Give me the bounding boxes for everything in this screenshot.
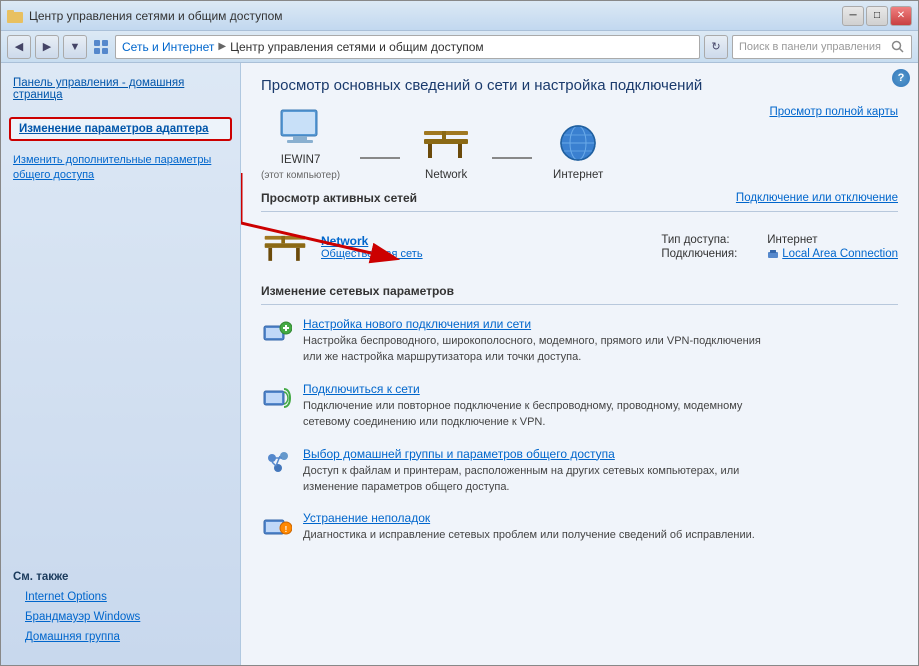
- forward-button[interactable]: ▶: [35, 35, 59, 59]
- setting-1-link[interactable]: Настройка нового подключения или сети: [303, 317, 898, 331]
- breadcrumb-network-internet[interactable]: Сеть и Интернет: [122, 40, 214, 54]
- see-also-title: См. также: [13, 571, 228, 583]
- access-values-row: Интернет Local Area Connection: [767, 234, 898, 260]
- network-name[interactable]: Network: [321, 234, 649, 248]
- connection-icon: [767, 248, 779, 260]
- setting-4-text: Устранение неполадок Диагностика и испра…: [303, 511, 898, 543]
- network-map-computer: IEWIN7 (этот компьютер): [261, 106, 340, 181]
- setting-4-link[interactable]: Устранение неполадок: [303, 511, 898, 525]
- setting-4-desc: Диагностика и исправление сетевых пробле…: [303, 529, 755, 541]
- computer-label: IEWIN7: [281, 154, 321, 166]
- setting-1-text: Настройка нового подключения или сети На…: [303, 317, 898, 366]
- bench-icon: [420, 121, 472, 165]
- access-type-label: Тип доступа:: [661, 234, 737, 246]
- breadcrumb-current: Центр управления сетями и общим доступом: [230, 40, 484, 54]
- network-info: Network Общественная сеть: [321, 234, 649, 260]
- globe-icon: [552, 121, 604, 165]
- title-bar-controls: ─ □ ✕: [842, 6, 912, 26]
- access-type-value: Интернет: [767, 234, 898, 246]
- active-network-item: Network Общественная сеть Тип доступа: П…: [261, 222, 898, 272]
- search-icon[interactable]: [891, 40, 905, 54]
- setting-3-text: Выбор домашней группы и параметров общег…: [303, 447, 898, 496]
- breadcrumb: Сеть и Интернет ▶ Центр управления сетям…: [115, 35, 700, 59]
- setting-1-desc: Настройка беспроводного, широкополосного…: [303, 335, 761, 363]
- setting-troubleshoot: ! Устранение неполадок Диагностика и исп…: [261, 509, 898, 545]
- sidebar-homegroup[interactable]: Домашняя группа: [13, 627, 228, 647]
- main-layout: Панель управления - домашняя страница Из…: [1, 63, 918, 665]
- network-map-internet: Интернет: [552, 121, 604, 181]
- connections-value[interactable]: Local Area Connection: [767, 248, 898, 260]
- computer-icon: [275, 106, 327, 150]
- sidebar-see-also: См. также Internet Options Брандмауэр Wi…: [1, 563, 240, 655]
- search-placeholder: Поиск в панели управления: [739, 41, 887, 53]
- network-label: Network: [425, 169, 467, 181]
- active-networks-title: Просмотр активных сетей: [261, 191, 417, 205]
- network-map: IEWIN7 (этот компьютер): [261, 106, 769, 181]
- network-type[interactable]: Общественная сеть: [321, 248, 649, 260]
- computer-sublabel: (этот компьютер): [261, 170, 340, 181]
- sidebar-change-sharing[interactable]: Изменить дополнительные параметры общего…: [1, 149, 240, 188]
- access-type-row: Тип доступа: Подключения:: [661, 234, 737, 260]
- setting-2-text: Подключиться к сети Подключение или повт…: [303, 382, 898, 431]
- troubleshoot-icon: !: [261, 511, 293, 543]
- sidebar: Панель управления - домашняя страница Из…: [1, 63, 241, 665]
- homegroup-icon: [261, 447, 293, 479]
- help-button[interactable]: ?: [892, 69, 910, 87]
- sidebar-windows-firewall[interactable]: Брандмауэр Windows: [13, 607, 228, 627]
- connect-icon: [261, 382, 293, 414]
- recent-pages-button[interactable]: ▼: [63, 35, 87, 59]
- setting-new-connection: Настройка нового подключения или сети На…: [261, 315, 898, 368]
- minimize-button[interactable]: ─: [842, 6, 864, 26]
- title-bar-left: Центр управления сетями и общим доступом: [7, 8, 283, 24]
- sidebar-home[interactable]: Панель управления - домашняя страница: [1, 73, 240, 105]
- network-meta: Тип доступа: Подключения: Интернет Local…: [661, 234, 898, 260]
- full-map-link[interactable]: Просмотр полной карты: [769, 106, 898, 118]
- svg-text:!: !: [285, 525, 288, 534]
- sidebar-change-adapter[interactable]: Изменение параметров адаптера: [9, 117, 232, 141]
- folder-icon: [7, 8, 23, 24]
- active-networks-divider: [261, 211, 898, 212]
- search-bar: Поиск в панели управления: [732, 35, 912, 59]
- maximize-button[interactable]: □: [866, 6, 888, 26]
- refresh-button[interactable]: ↻: [704, 35, 728, 59]
- content-area: Просмотр основных сведений о сети и наст…: [241, 63, 918, 665]
- setting-2-link[interactable]: Подключиться к сети: [303, 382, 898, 396]
- setting-3-desc: Доступ к файлам и принтерам, расположенн…: [303, 465, 739, 493]
- title-bar: Центр управления сетями и общим доступом…: [1, 1, 918, 31]
- connect-disconnect-link[interactable]: Подключение или отключение: [736, 192, 898, 204]
- change-settings-title: Изменение сетевых параметров: [261, 284, 454, 298]
- internet-label: Интернет: [553, 169, 603, 181]
- setting-homegroup: Выбор домашней группы и параметров общег…: [261, 445, 898, 498]
- setting-2-desc: Подключение или повторное подключение к …: [303, 400, 742, 428]
- change-settings-divider: [261, 304, 898, 305]
- title-bar-text: Центр управления сетями и общим доступом: [29, 9, 283, 23]
- connector-1: [360, 157, 400, 159]
- breadcrumb-separator: ▶: [218, 41, 226, 52]
- new-connection-icon: [261, 317, 293, 349]
- control-panel-icon: [91, 37, 111, 57]
- settings-list: Настройка нового подключения или сети На…: [261, 315, 898, 546]
- sidebar-internet-options[interactable]: Internet Options: [13, 587, 228, 607]
- close-button[interactable]: ✕: [890, 6, 912, 26]
- address-bar: ◀ ▶ ▼ Сеть и Интернет ▶ Центр управления…: [1, 31, 918, 63]
- active-networks-header: Просмотр активных сетей Подключение или …: [261, 191, 898, 205]
- connector-2: [492, 157, 532, 159]
- active-network-icon: [261, 228, 309, 266]
- back-button[interactable]: ◀: [7, 35, 31, 59]
- change-settings-header: Изменение сетевых параметров: [261, 284, 898, 298]
- setting-connect-network: Подключиться к сети Подключение или повт…: [261, 380, 898, 433]
- setting-3-link[interactable]: Выбор домашней группы и параметров общег…: [303, 447, 898, 461]
- network-map-network: Network: [420, 121, 472, 181]
- page-title: Просмотр основных сведений о сети и наст…: [261, 77, 898, 94]
- connections-label: Подключения:: [661, 248, 737, 260]
